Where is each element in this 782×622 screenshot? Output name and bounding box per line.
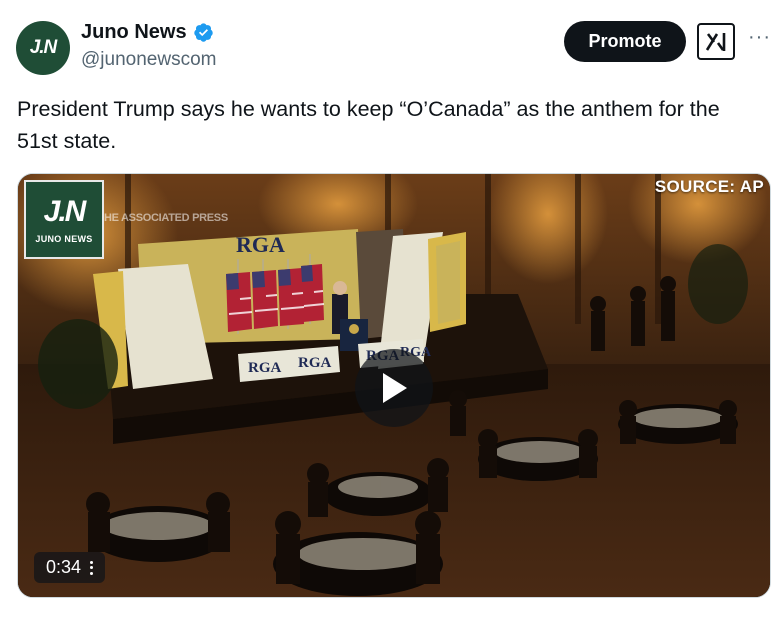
- author-handle[interactable]: @junonewscom: [81, 49, 216, 71]
- podium-sign-1: RGA: [248, 360, 282, 376]
- avatar-logo-text: J.N: [29, 37, 58, 58]
- play-button[interactable]: [355, 349, 433, 427]
- author-avatar[interactable]: J.N: [16, 21, 70, 75]
- ap-watermark: HE ASSOCIATED PRESS: [104, 212, 228, 224]
- logo-mark: J.N: [43, 194, 87, 228]
- author-display-name[interactable]: Juno News: [81, 21, 187, 44]
- grok-glyph-icon: [705, 32, 726, 51]
- stage-sign-text: RGA: [236, 232, 285, 257]
- promote-button[interactable]: Promote: [564, 21, 686, 62]
- source-label: SOURCE: AP: [654, 177, 764, 196]
- more-options-icon[interactable]: ···: [748, 26, 771, 49]
- video-player[interactable]: RGA RGA RGA RGA RGA: [17, 173, 771, 598]
- tweet-text: President Trump says he wants to keep “O…: [17, 97, 720, 153]
- volume-indicator-icon: [90, 560, 94, 575]
- logo-text: JUNO NEWS: [35, 233, 93, 244]
- verified-badge-icon: [193, 23, 213, 42]
- author-name-row: Juno News: [81, 21, 214, 44]
- video-duration-badge: 0:34: [34, 552, 106, 583]
- podium-sign-2: RGA: [298, 355, 332, 371]
- grok-icon[interactable]: [697, 23, 735, 60]
- play-icon: [383, 373, 407, 403]
- duration-text: 0:34: [46, 557, 82, 577]
- juno-news-logo: J.N JUNO NEWS: [24, 180, 104, 259]
